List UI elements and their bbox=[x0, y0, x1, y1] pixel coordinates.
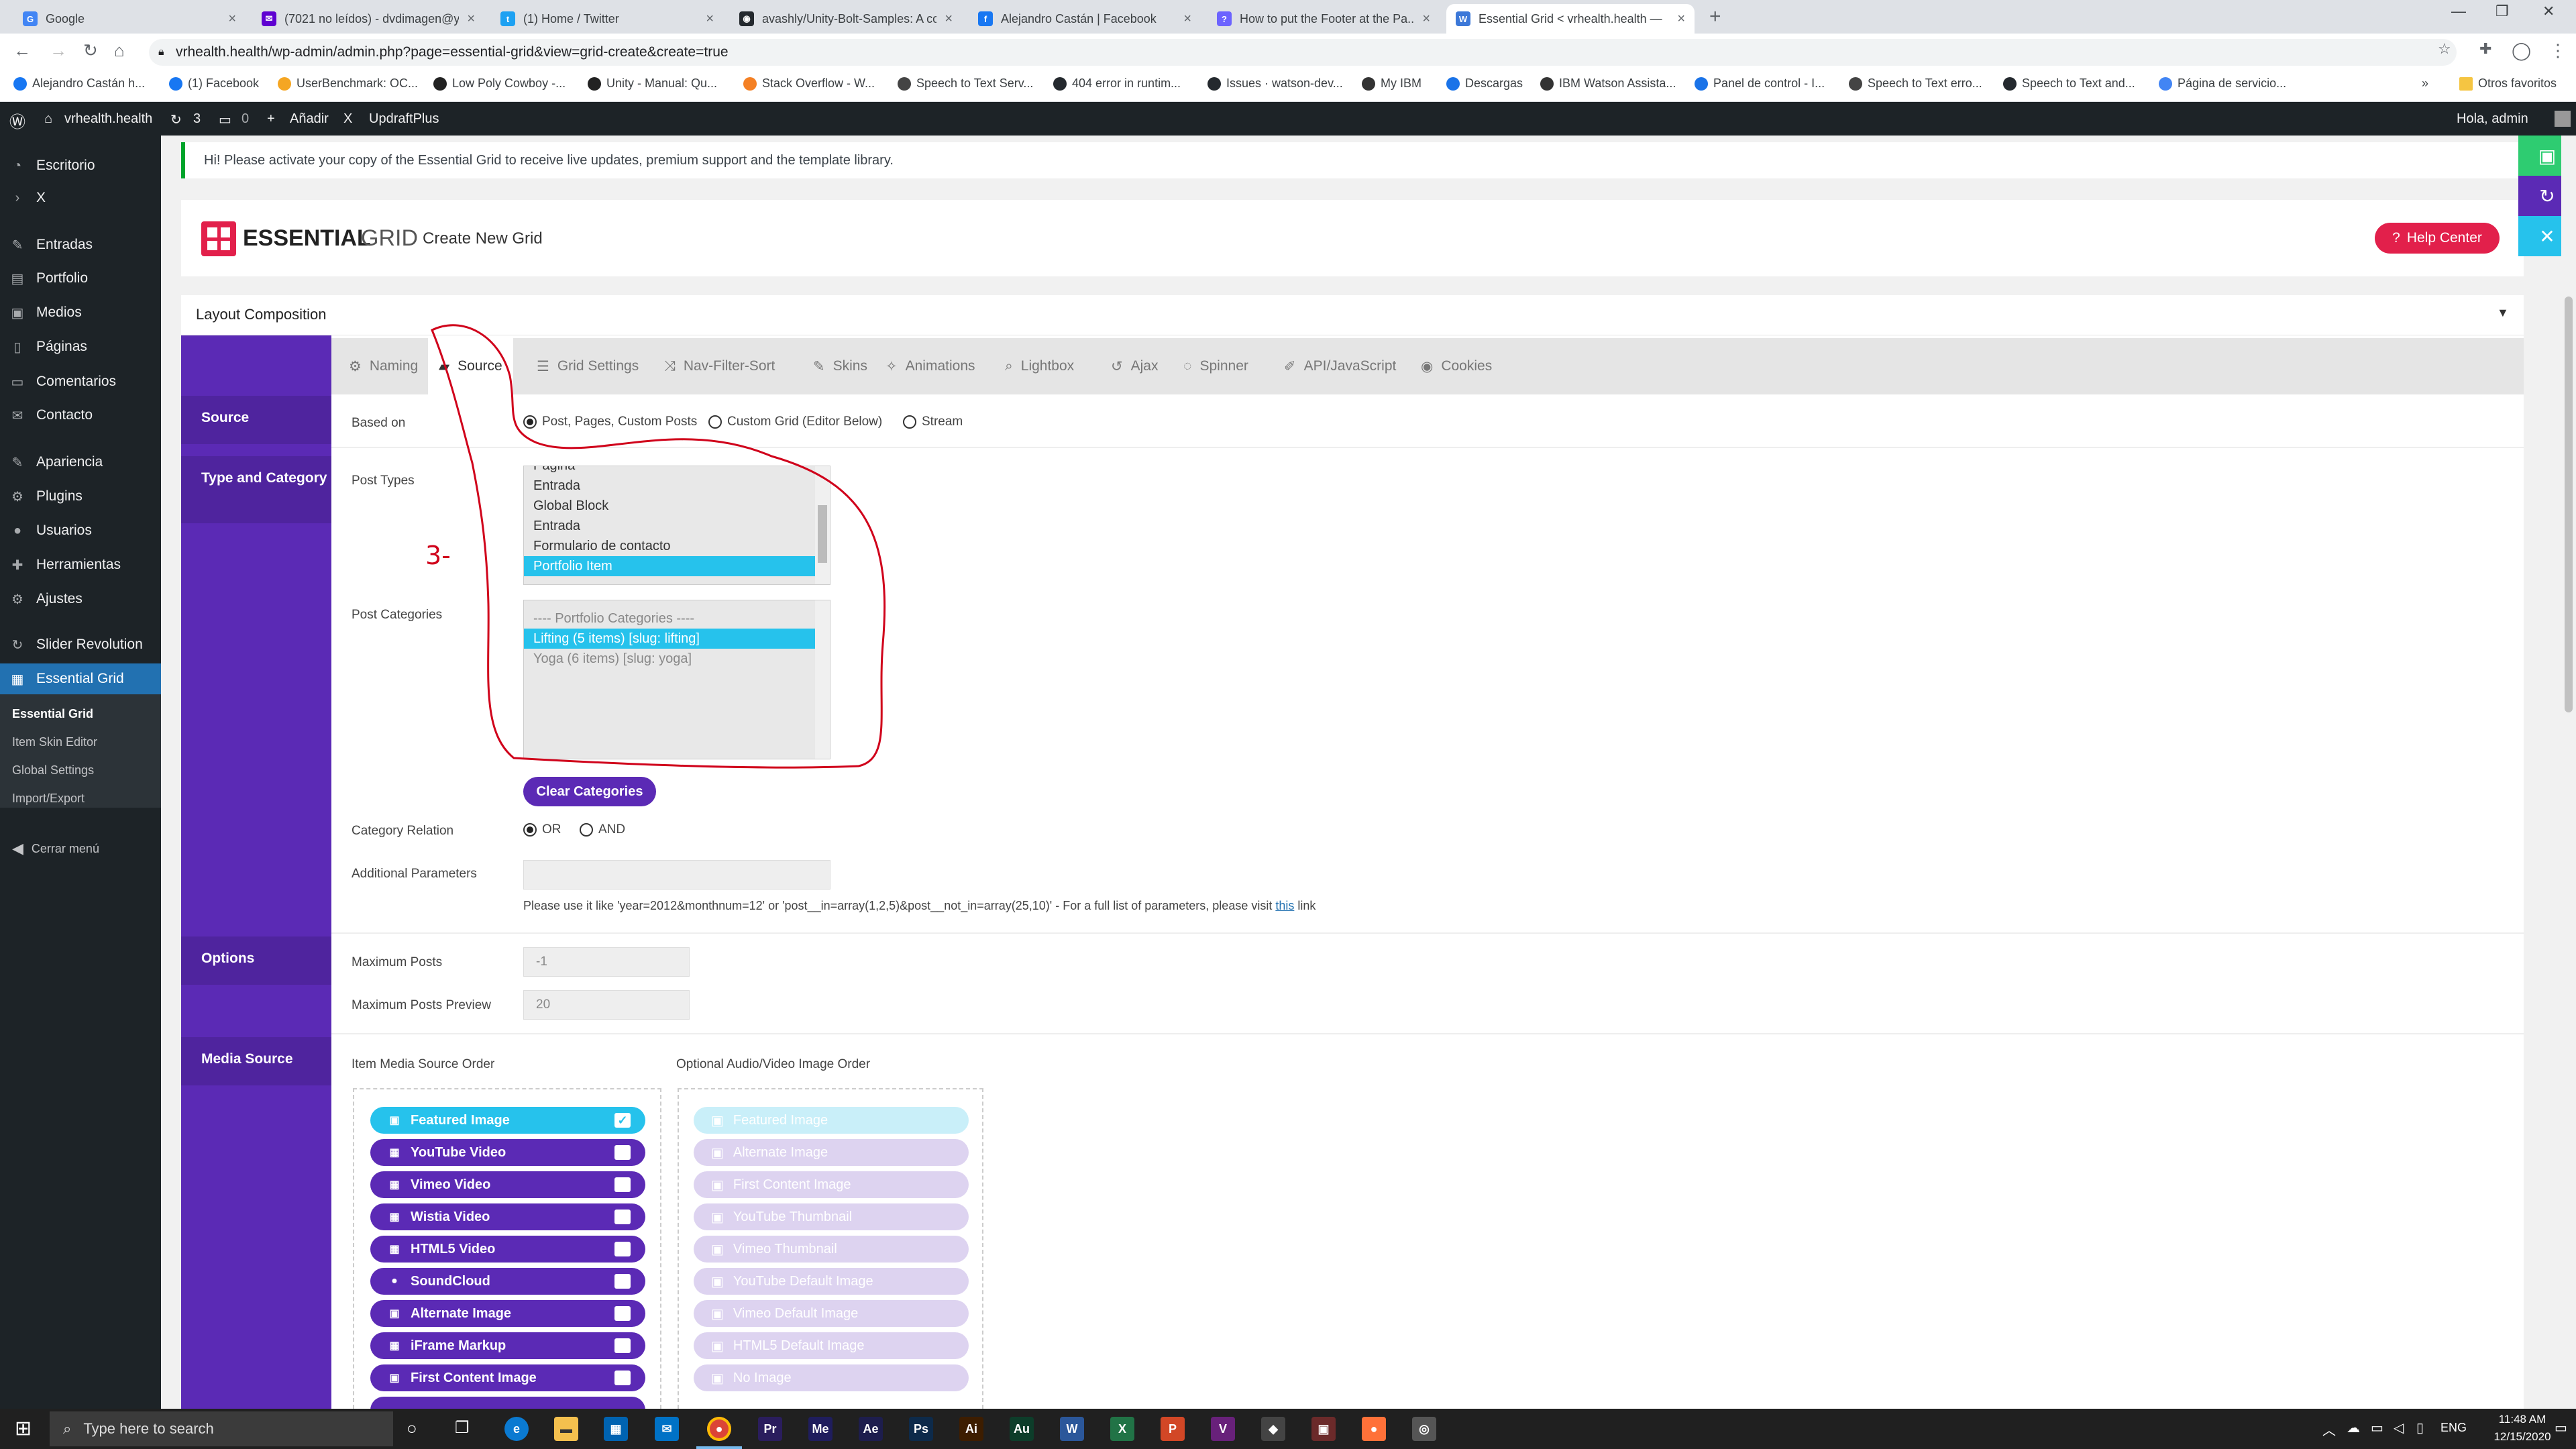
word-icon[interactable]: W bbox=[1060, 1417, 1084, 1441]
chrome-icon[interactable]: ● bbox=[707, 1417, 731, 1441]
notifications-icon[interactable]: ▭ bbox=[2555, 1419, 2567, 1436]
windows-start-icon[interactable]: ⊞ bbox=[15, 1417, 32, 1440]
premiere-icon[interactable]: Pr bbox=[758, 1417, 782, 1441]
mail-icon[interactable]: ✉ bbox=[655, 1417, 679, 1441]
red-annotation-outline bbox=[431, 324, 886, 769]
battery-icon[interactable]: ▯ bbox=[2416, 1419, 2424, 1436]
annotation-step-label: 3- bbox=[425, 541, 451, 570]
tray-chevron-icon[interactable]: ︿ bbox=[2322, 1419, 2336, 1439]
app2-icon[interactable]: ◎ bbox=[1412, 1417, 1436, 1441]
file-explorer-icon[interactable]: ▬ bbox=[554, 1417, 578, 1441]
cortana-icon[interactable]: ○ bbox=[407, 1418, 417, 1439]
active-app-indicator bbox=[696, 1446, 742, 1449]
search-icon: ⌕ bbox=[63, 1420, 72, 1437]
page-scrollbar[interactable] bbox=[2561, 136, 2576, 1409]
media-encoder-icon[interactable]: Me bbox=[808, 1417, 833, 1441]
onedrive-icon[interactable]: ☁ bbox=[2347, 1419, 2360, 1436]
excel-icon[interactable]: X bbox=[1110, 1417, 1134, 1441]
photoshop-icon[interactable]: Ps bbox=[909, 1417, 933, 1441]
audition-icon[interactable]: Au bbox=[1010, 1417, 1034, 1441]
language-indicator[interactable]: ENG bbox=[2440, 1421, 2467, 1435]
visual-studio-icon[interactable]: V bbox=[1211, 1417, 1235, 1441]
powerpoint-icon[interactable]: P bbox=[1161, 1417, 1185, 1441]
clock-date[interactable]: 12/15/2020 bbox=[2491, 1430, 2553, 1444]
volume-icon[interactable]: ◁ bbox=[2394, 1419, 2404, 1436]
after-effects-icon[interactable]: Ae bbox=[859, 1417, 883, 1441]
unity-icon[interactable]: ◆ bbox=[1261, 1417, 1285, 1441]
taskbar-search[interactable]: ⌕ Type here to search bbox=[50, 1411, 393, 1446]
store-icon[interactable]: ▦ bbox=[604, 1417, 628, 1441]
windows-taskbar: ⊞ ⌕ Type here to search ○ ❐ e ▬ ▦ ✉ ● Pr M… bbox=[0, 1409, 2576, 1449]
edge-icon[interactable]: e bbox=[504, 1417, 529, 1441]
taskbar-search-placeholder: Type here to search bbox=[83, 1420, 214, 1437]
illustrator-icon[interactable]: Ai bbox=[959, 1417, 983, 1441]
app-icon[interactable]: ▣ bbox=[1311, 1417, 1336, 1441]
network-icon[interactable]: ▭ bbox=[2371, 1419, 2383, 1436]
task-view-icon[interactable]: ❐ bbox=[455, 1418, 470, 1438]
clock-time[interactable]: 11:48 AM bbox=[2491, 1413, 2553, 1426]
firefox-icon[interactable]: ● bbox=[1362, 1417, 1386, 1441]
